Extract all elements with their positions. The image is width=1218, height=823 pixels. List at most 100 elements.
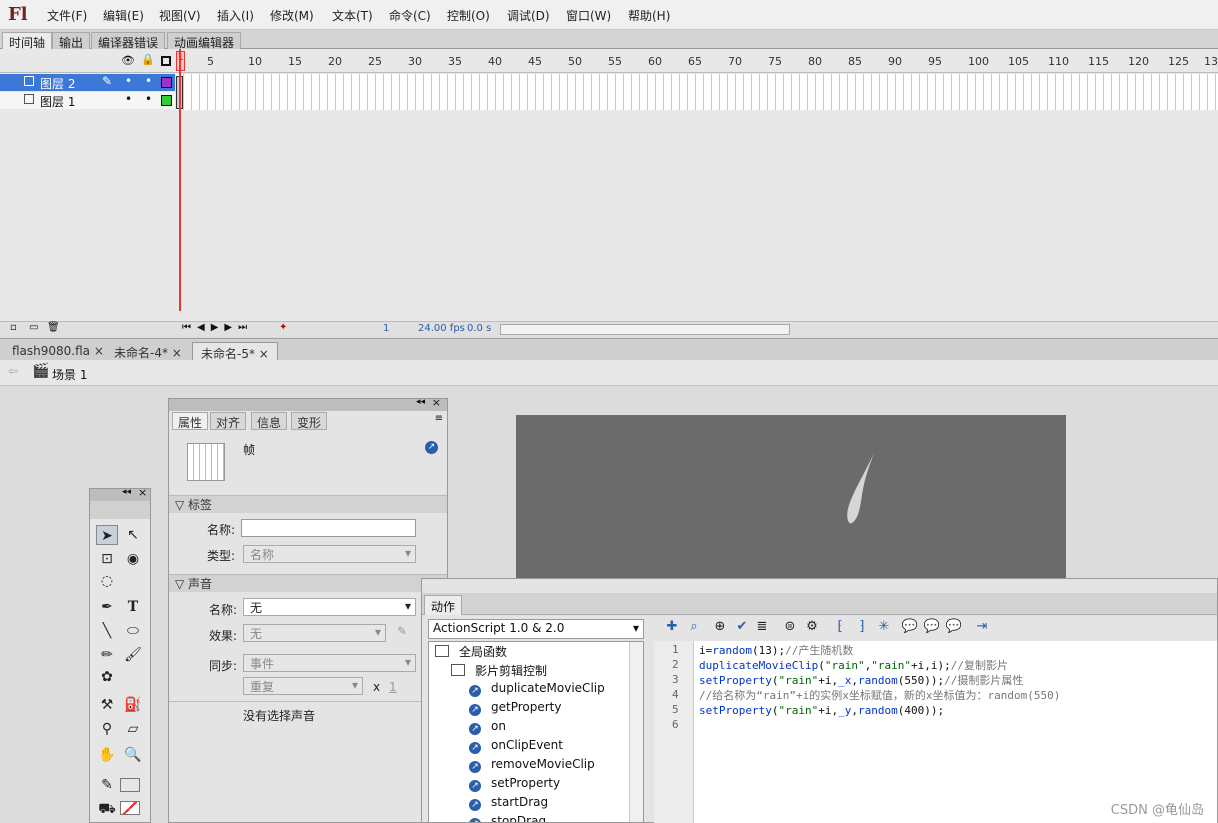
menu-insert[interactable]: 插入(I): [217, 7, 254, 24]
remove-comment-icon[interactable]: 💬: [944, 617, 964, 637]
find-icon[interactable]: ⌕: [684, 617, 704, 637]
text-tool-icon[interactable]: T: [122, 597, 144, 617]
tab-properties[interactable]: 属性: [172, 412, 209, 430]
pencil-tool-icon[interactable]: ✏: [96, 645, 118, 665]
layer-name[interactable]: 图层 1: [40, 93, 75, 110]
bone-tool-icon[interactable]: ⚒: [96, 695, 118, 715]
doc-tab-flash9080[interactable]: flash9080.fla ×: [4, 342, 112, 361]
lock-icon[interactable]: 🔒: [141, 53, 155, 66]
help-icon[interactable]: ↗: [425, 441, 438, 454]
debug-options-icon[interactable]: ⚙: [802, 617, 822, 637]
show-toolbox-icon[interactable]: ⇥: [972, 617, 992, 637]
panel-titlebar[interactable]: ◂◂ ×: [169, 396, 447, 411]
menu-window[interactable]: 窗口(W): [566, 7, 611, 24]
tab-info[interactable]: 信息: [251, 412, 288, 430]
label-section-header[interactable]: ▽ 标签: [169, 495, 447, 513]
tab-transform[interactable]: 变形: [291, 412, 328, 430]
layer-name[interactable]: 图层 2: [40, 75, 75, 92]
delete-layer-icon[interactable]: 🗑: [47, 322, 60, 333]
layer-row-1[interactable]: 图层 1 • •: [0, 92, 175, 109]
sync-select[interactable]: 事件 ▾: [243, 654, 416, 672]
tree-folder[interactable]: 影片剪辑控制: [451, 662, 547, 681]
expand-all-icon[interactable]: ✳: [874, 617, 894, 637]
code-hint-icon[interactable]: ⊜: [780, 617, 800, 637]
line-comment-icon[interactable]: 💬: [922, 617, 942, 637]
tree-item[interactable]: ↗ setProperty: [469, 776, 560, 795]
3d-rotation-icon[interactable]: ◉: [122, 549, 144, 569]
effect-select[interactable]: 无 ▾: [243, 624, 386, 642]
back-arrow-icon[interactable]: ⇦: [8, 364, 18, 378]
paint-bucket-icon[interactable]: ⛽: [122, 695, 144, 715]
check-syntax-icon[interactable]: ✔: [732, 617, 752, 637]
collapse-selection-icon[interactable]: ⁆: [852, 617, 872, 637]
fill-color-swatch[interactable]: [120, 801, 140, 815]
collapse-icon[interactable]: ◂◂: [122, 487, 131, 497]
type-select[interactable]: 名称 ▾: [243, 545, 416, 563]
stroke-color-swatch[interactable]: [120, 778, 140, 792]
playback-controls-icon[interactable]: ⏮◀▶▶⏭: [182, 322, 253, 333]
lock-dot[interactable]: •: [145, 74, 152, 88]
line-tool-icon[interactable]: ╲: [96, 621, 118, 641]
close-icon[interactable]: ×: [138, 486, 147, 499]
tab-output[interactable]: 输出: [52, 32, 91, 50]
menu-commands[interactable]: 命令(C): [389, 7, 431, 24]
stage[interactable]: [516, 415, 1066, 580]
outline-icon[interactable]: [161, 56, 171, 66]
tree-item[interactable]: ↗ getProperty: [469, 700, 561, 719]
menu-debug[interactable]: 调试(D): [507, 7, 550, 24]
free-transform-icon[interactable]: ⊡: [96, 549, 118, 569]
scene-name[interactable]: 场景 1: [52, 366, 87, 383]
tab-align[interactable]: 对齐: [210, 412, 247, 430]
tab-motion-editor[interactable]: 动画编辑器: [167, 32, 242, 50]
menu-help[interactable]: 帮助(H): [628, 7, 670, 24]
panel-titlebar[interactable]: ◂◂ ×: [90, 486, 150, 501]
new-folder-icon[interactable]: ▭: [29, 322, 38, 333]
eye-icon[interactable]: 👁: [121, 54, 135, 67]
tab-actions[interactable]: 动作: [424, 595, 463, 615]
tree-item[interactable]: ↗ duplicateMovieClip: [469, 681, 605, 700]
tree-root[interactable]: 全局函数: [435, 643, 507, 662]
block-comment-icon[interactable]: 💬: [900, 617, 920, 637]
fps-display[interactable]: 24.00 fps: [418, 323, 465, 334]
repeat-count[interactable]: 1: [389, 680, 397, 694]
menu-text[interactable]: 文本(T): [332, 7, 373, 24]
new-layer-icon[interactable]: ▫: [10, 322, 17, 333]
eraser-tool-icon[interactable]: ▱: [122, 719, 144, 739]
repeat-select[interactable]: 重复 ▾: [243, 677, 363, 695]
layer-color-swatch[interactable]: [161, 77, 172, 88]
tree-item[interactable]: ↗ startDrag: [469, 795, 548, 814]
frame-grid[interactable]: [176, 74, 1218, 110]
menu-edit[interactable]: 编辑(E): [103, 7, 144, 24]
lasso-tool-icon[interactable]: ◌: [96, 571, 118, 591]
panel-menu-icon[interactable]: ≡: [435, 413, 443, 424]
eyedropper-icon[interactable]: ⚲: [96, 719, 118, 739]
timeline-scrollbar[interactable]: [500, 324, 790, 335]
zoom-tool-icon[interactable]: 🔍: [122, 745, 144, 765]
target-path-icon[interactable]: ⊕: [710, 617, 730, 637]
onion-skin-icon[interactable]: ✦: [279, 322, 287, 333]
collapse-icon[interactable]: ◂◂: [416, 397, 425, 407]
menu-modify[interactable]: 修改(M): [270, 7, 314, 24]
script-editor[interactable]: i=random(13);//产生随机数 duplicateMovieClip(…: [694, 641, 1217, 823]
menu-control[interactable]: 控制(O): [447, 7, 490, 24]
tab-compiler-errors[interactable]: 编译器错误: [91, 32, 166, 50]
oval-tool-icon[interactable]: ⬭: [122, 621, 144, 641]
pen-tool-icon[interactable]: ✒: [96, 597, 118, 617]
raindrop-shape[interactable]: [846, 451, 876, 526]
tree-item[interactable]: ↗ on: [469, 719, 506, 738]
visibility-dot[interactable]: •: [125, 92, 132, 106]
close-icon[interactable]: ×: [172, 346, 182, 360]
tree-scrollbar[interactable]: [629, 642, 643, 822]
edit-pencil-icon[interactable]: ✎: [397, 624, 407, 638]
close-icon[interactable]: ×: [94, 344, 104, 358]
sound-name-select[interactable]: 无 ▾: [243, 598, 416, 616]
frame-name-input[interactable]: [241, 519, 416, 537]
layer-row-2[interactable]: 图层 2 ✎ • •: [0, 74, 175, 91]
fill-color-icon[interactable]: ⛟: [96, 799, 118, 819]
hand-tool-icon[interactable]: ✋: [96, 745, 118, 765]
actionscript-version-select[interactable]: ActionScript 1.0 & 2.0 ▾: [428, 619, 644, 639]
doc-tab-untitled-5[interactable]: 未命名-5* ×: [192, 342, 278, 361]
menu-file[interactable]: 文件(F): [47, 7, 87, 24]
deco-tool-icon[interactable]: ✿: [96, 667, 118, 687]
visibility-dot[interactable]: •: [125, 74, 132, 88]
